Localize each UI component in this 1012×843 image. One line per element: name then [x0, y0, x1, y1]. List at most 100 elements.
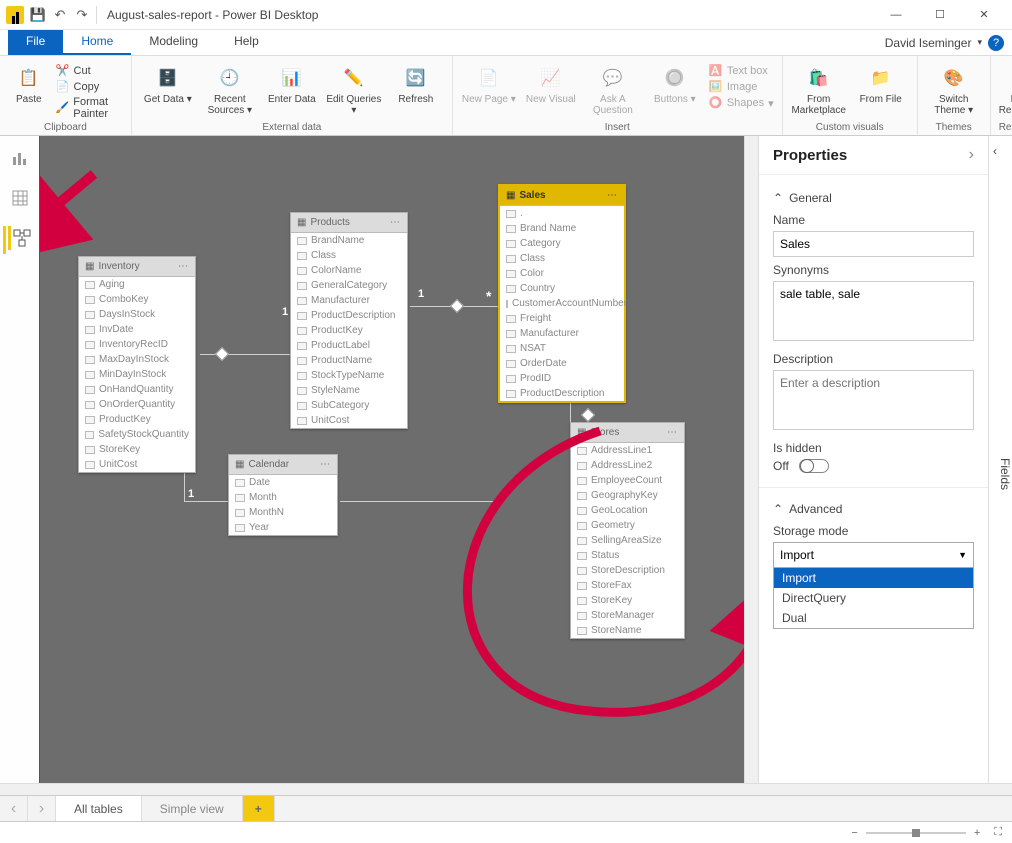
table-field[interactable]: SubCategory	[291, 398, 407, 413]
new-page-button[interactable]: 📄New Page ▾	[461, 60, 517, 105]
copy-button[interactable]: 📄Copy	[56, 80, 123, 94]
save-icon[interactable]: 💾	[30, 7, 46, 23]
edit-queries-button[interactable]: ✏️Edit Queries ▾	[326, 60, 382, 116]
relationship-arrow[interactable]	[215, 347, 229, 361]
table-field[interactable]: ProductDescription	[500, 386, 624, 401]
name-input[interactable]	[773, 231, 974, 257]
table-field[interactable]: InventoryRecID	[79, 337, 195, 352]
table-menu-icon[interactable]: ⋯	[320, 459, 331, 470]
recent-sources-button[interactable]: 🕘Recent Sources ▾	[202, 60, 258, 116]
table-calendar[interactable]: ▦Calendar⋯ DateMonthMonthNYear	[228, 454, 338, 536]
table-field[interactable]: OrderDate	[500, 356, 624, 371]
table-field[interactable]: Date	[229, 475, 337, 490]
model-canvas[interactable]: 1 * 1 * 1 * ▦Inventory⋯ AgingComboKeyDay…	[40, 136, 744, 783]
table-field[interactable]: StoreName	[571, 623, 684, 638]
data-view-button[interactable]	[8, 186, 32, 210]
table-field[interactable]: SafetyStockQuantity	[79, 427, 195, 442]
paste-button[interactable]: 📋Paste	[8, 60, 50, 105]
table-field[interactable]: CustomerAccountNumber	[500, 296, 624, 311]
table-menu-icon[interactable]: ⋯	[390, 217, 401, 228]
table-field[interactable]: GeneralCategory	[291, 278, 407, 293]
modeling-tab[interactable]: Modeling	[131, 30, 216, 55]
close-button[interactable]: ✕	[962, 1, 1006, 29]
relationship-arrow[interactable]	[581, 408, 595, 422]
table-field[interactable]: Aging	[79, 277, 195, 292]
vertical-scrollbar[interactable]	[744, 136, 758, 783]
help-tab[interactable]: Help	[216, 30, 277, 55]
textbox-button[interactable]: 🅰️Text box	[709, 64, 774, 78]
table-field[interactable]: InvDate	[79, 322, 195, 337]
table-field[interactable]: Status	[571, 548, 684, 563]
general-section-toggle[interactable]: ⌃General	[773, 191, 974, 205]
table-field[interactable]: Class	[291, 248, 407, 263]
table-field[interactable]: GeoLocation	[571, 503, 684, 518]
from-marketplace-button[interactable]: 🛍️From Marketplace	[791, 60, 847, 116]
home-tab[interactable]: Home	[63, 30, 131, 55]
switch-theme-button[interactable]: 🎨Switch Theme ▾	[926, 60, 982, 116]
storage-option-dual[interactable]: Dual	[774, 608, 973, 628]
manage-relationships-button[interactable]: 🔗Manage Relationships	[1001, 60, 1012, 116]
enter-data-button[interactable]: 📊Enter Data	[264, 60, 320, 105]
table-field[interactable]: BrandName	[291, 233, 407, 248]
zoom-control[interactable]: − +	[851, 827, 980, 839]
table-inventory[interactable]: ▦Inventory⋯ AgingComboKeyDaysInStockInvD…	[78, 256, 196, 473]
table-field[interactable]: SellingAreaSize	[571, 533, 684, 548]
table-field[interactable]: AddressLine1	[571, 443, 684, 458]
table-field[interactable]: Freight	[500, 311, 624, 326]
table-field[interactable]: DaysInStock	[79, 307, 195, 322]
minimize-button[interactable]: —	[874, 1, 918, 29]
table-field[interactable]: Manufacturer	[500, 326, 624, 341]
undo-icon[interactable]: ↶	[52, 7, 68, 23]
table-field[interactable]: StoreManager	[571, 608, 684, 623]
table-field[interactable]: ProductKey	[291, 323, 407, 338]
table-field[interactable]: Month	[229, 490, 337, 505]
table-field[interactable]: MonthN	[229, 505, 337, 520]
table-menu-icon[interactable]: ⋯	[178, 261, 189, 272]
table-field[interactable]: ComboKey	[79, 292, 195, 307]
model-view-button[interactable]	[8, 226, 32, 250]
file-tab[interactable]: File	[8, 30, 63, 55]
table-field[interactable]: Country	[500, 281, 624, 296]
table-field[interactable]: Geometry	[571, 518, 684, 533]
table-field[interactable]: UnitCost	[79, 457, 195, 472]
tab-next-button[interactable]: ›	[28, 796, 56, 821]
get-data-button[interactable]: 🗄️Get Data ▾	[140, 60, 196, 105]
hidden-toggle[interactable]: Off	[773, 459, 974, 473]
table-products[interactable]: ▦Products⋯ BrandNameClassColorNameGenera…	[290, 212, 408, 429]
user-menu[interactable]: David Iseminger ▾ ?	[877, 30, 1012, 55]
maximize-button[interactable]: ☐	[918, 1, 962, 29]
table-field[interactable]: StoreDescription	[571, 563, 684, 578]
table-field[interactable]: StoreKey	[571, 593, 684, 608]
table-field[interactable]: AddressLine2	[571, 458, 684, 473]
table-field[interactable]: Category	[500, 236, 624, 251]
redo-icon[interactable]: ↷	[74, 7, 90, 23]
tab-all-tables[interactable]: All tables	[56, 796, 142, 821]
refresh-button[interactable]: 🔄Refresh	[388, 60, 444, 105]
table-field[interactable]: MinDayInStock	[79, 367, 195, 382]
help-icon[interactable]: ?	[988, 35, 1004, 51]
ask-question-button[interactable]: 💬Ask A Question	[585, 60, 641, 116]
table-menu-icon[interactable]: ⋯	[667, 427, 678, 438]
table-field[interactable]: Manufacturer	[291, 293, 407, 308]
storage-option-import[interactable]: Import	[774, 568, 973, 588]
table-field[interactable]: Brand Name	[500, 221, 624, 236]
shapes-button[interactable]: ⭕Shapes ▾	[709, 96, 774, 110]
table-sales[interactable]: ▦Sales⋯ .Brand NameCategoryClassColorCou…	[498, 184, 626, 403]
new-visual-button[interactable]: 📈New Visual	[523, 60, 579, 105]
table-field[interactable]: ColorName	[291, 263, 407, 278]
table-field[interactable]: GeographyKey	[571, 488, 684, 503]
buttons-button[interactable]: 🔘Buttons ▾	[647, 60, 703, 105]
image-button[interactable]: 🖼️Image	[709, 80, 774, 94]
table-field[interactable]: StyleName	[291, 383, 407, 398]
table-field[interactable]: ProductKey	[79, 412, 195, 427]
table-field[interactable]: OnHandQuantity	[79, 382, 195, 397]
table-field[interactable]: ProductDescription	[291, 308, 407, 323]
table-field[interactable]: Class	[500, 251, 624, 266]
tab-simple-view[interactable]: Simple view	[142, 796, 243, 821]
tab-prev-button[interactable]: ‹	[0, 796, 28, 821]
table-field[interactable]: ProductLabel	[291, 338, 407, 353]
table-field[interactable]: StoreFax	[571, 578, 684, 593]
fit-to-page-icon[interactable]: ⛶	[994, 826, 1002, 839]
storage-mode-dropdown[interactable]: Import▼ Import DirectQuery Dual	[773, 542, 974, 568]
description-input[interactable]	[773, 370, 974, 430]
